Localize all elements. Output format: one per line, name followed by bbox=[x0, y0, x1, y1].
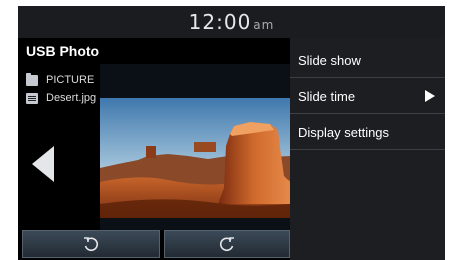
options-menu: Slide show Slide time Display settings bbox=[290, 38, 445, 260]
clock-ampm: am bbox=[253, 18, 275, 32]
folder-icon bbox=[26, 72, 38, 86]
rotate-clockwise-icon bbox=[219, 237, 234, 252]
menu-item-display-settings[interactable]: Display settings bbox=[290, 114, 445, 150]
file-name: PICTURE bbox=[46, 74, 95, 86]
file-name: Desert.jpg bbox=[46, 92, 97, 104]
page-title: USB Photo bbox=[26, 43, 100, 59]
menu-item-slide-show[interactable]: Slide show bbox=[290, 42, 445, 78]
list-item-file[interactable]: Desert.jpg bbox=[26, 90, 96, 106]
file-list: PICTURE Desert.jpg bbox=[18, 64, 100, 230]
rotate-right-button[interactable] bbox=[164, 230, 290, 258]
rotate-left-button[interactable] bbox=[22, 230, 160, 258]
control-bar bbox=[18, 230, 290, 260]
menu-item-slide-time[interactable]: Slide time bbox=[290, 78, 445, 114]
status-bar: 12:00 am bbox=[18, 6, 445, 38]
head-unit-screen: 12:00 am USB Photo PICTURE Desert.jpg Sl… bbox=[18, 6, 445, 260]
menu-item-label: Slide time bbox=[298, 89, 356, 104]
image-file-icon bbox=[26, 92, 38, 104]
previous-photo-button[interactable] bbox=[32, 146, 54, 182]
menu-item-label: Display settings bbox=[298, 125, 390, 140]
menu-item-label: Slide show bbox=[298, 53, 361, 68]
clock-time: 12:00 bbox=[188, 10, 252, 34]
rotate-counterclockwise-icon bbox=[84, 237, 99, 252]
clock: 12:00 am bbox=[18, 10, 445, 34]
list-item-folder[interactable]: PICTURE bbox=[26, 72, 94, 88]
submenu-arrow-icon bbox=[425, 90, 435, 102]
